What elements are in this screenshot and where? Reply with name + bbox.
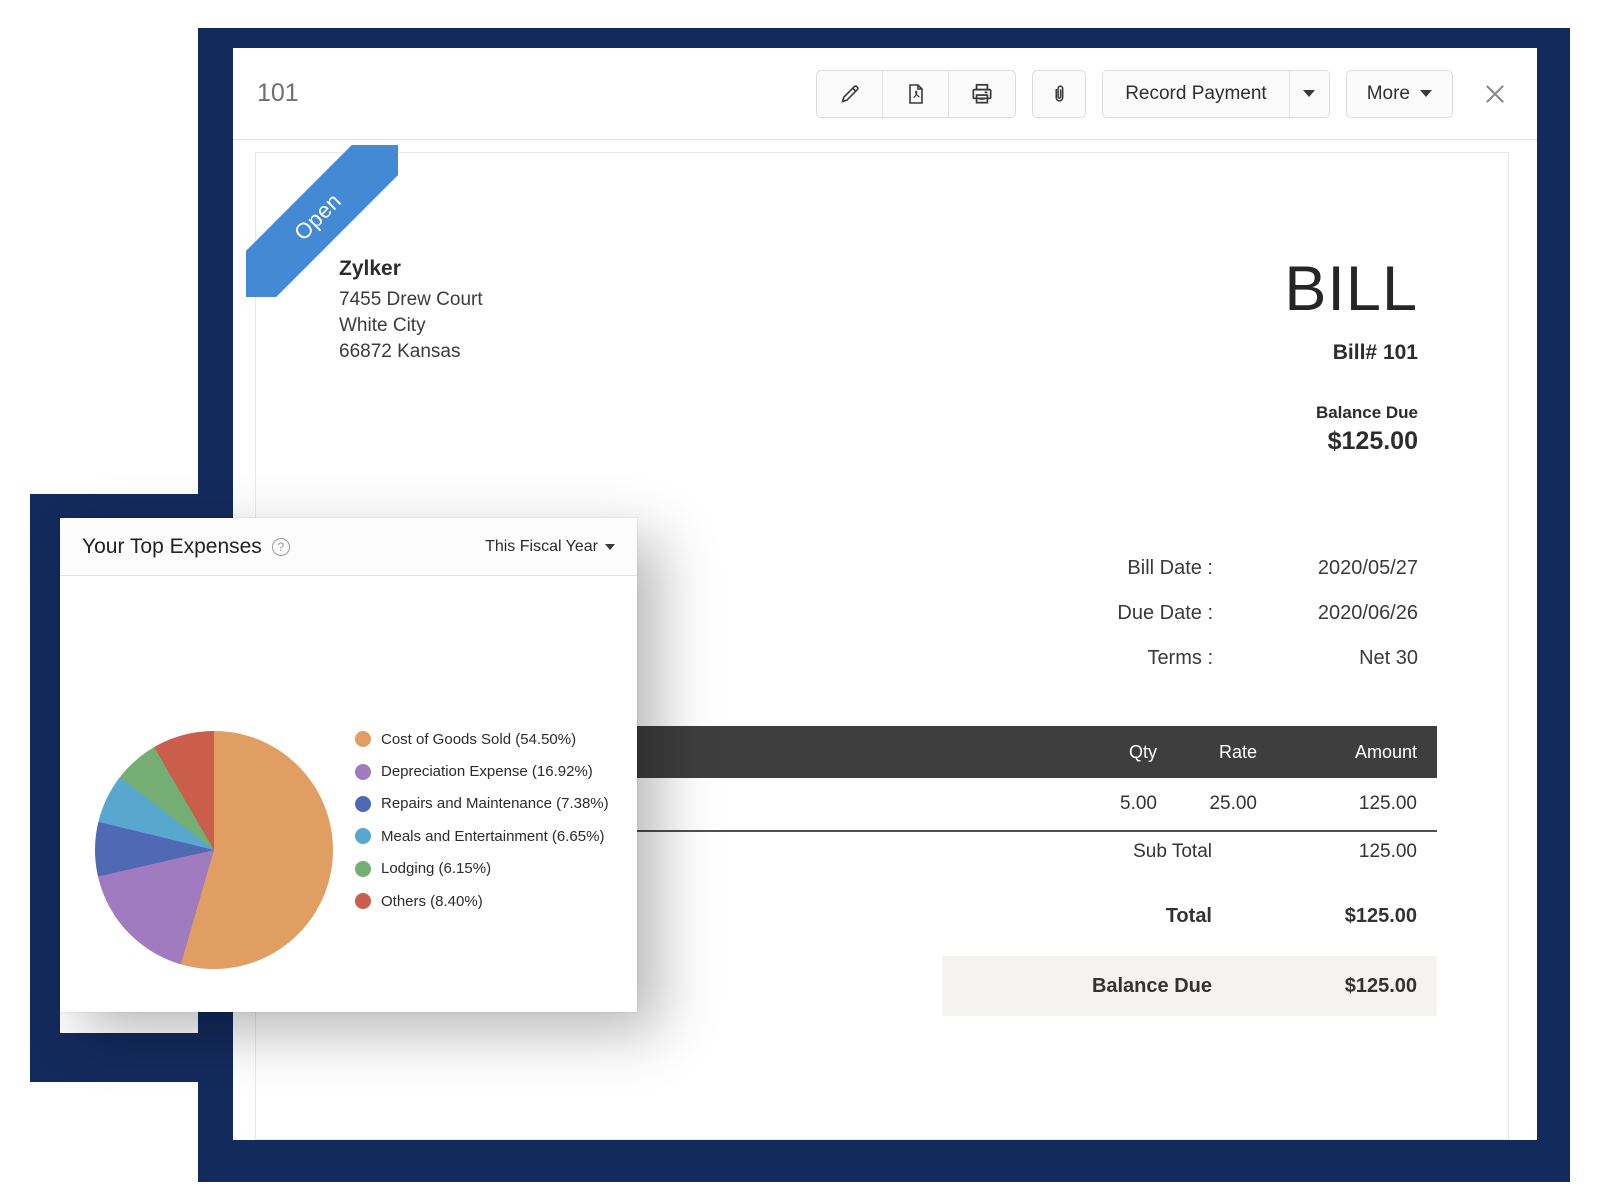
bill-date-label: Bill Date :	[898, 557, 1213, 580]
qty-header: Qty	[1057, 742, 1157, 763]
legend-label: Lodging (6.15%)	[381, 860, 491, 877]
legend-label: Cost of Goods Sold (54.50%)	[381, 731, 576, 748]
document-action-group	[816, 70, 1016, 118]
balance-due-label: Balance Due	[1316, 403, 1418, 423]
decorative-frame-segment	[30, 1033, 233, 1082]
more-label: More	[1367, 83, 1410, 105]
legend-dot	[355, 731, 371, 747]
period-label: This Fiscal Year	[485, 538, 598, 556]
legend-label: Others (8.40%)	[381, 893, 483, 910]
amount-cell: 125.00	[1257, 793, 1417, 815]
period-dropdown[interactable]: This Fiscal Year	[485, 538, 615, 556]
terms-value: Net 30	[1213, 647, 1418, 670]
bill-number: Bill# 101	[1333, 341, 1418, 365]
vendor-address-line: White City	[339, 313, 483, 339]
legend-item: Cost of Goods Sold (54.50%)	[355, 723, 609, 755]
record-payment-label: Record Payment	[1125, 83, 1267, 105]
close-icon	[1481, 80, 1509, 108]
top-expenses-header: Your Top Expenses ? This Fiscal Year	[60, 518, 637, 576]
legend-item: Repairs and Maintenance (7.38%)	[355, 788, 609, 820]
legend-dot	[355, 861, 371, 877]
total-row: Total $125.00	[942, 888, 1437, 944]
legend-dot	[355, 828, 371, 844]
due-date-label: Due Date :	[898, 602, 1213, 625]
chevron-down-icon	[1420, 90, 1432, 97]
qty-cell: 5.00	[1057, 793, 1157, 815]
screenshot-stage: 101	[0, 0, 1600, 1200]
rate-cell: 25.00	[1157, 793, 1257, 815]
subtotal-label: Sub Total	[942, 841, 1257, 863]
balance-row-label: Balance Due	[942, 975, 1257, 998]
subtotal-row: Sub Total 125.00	[942, 830, 1437, 874]
printer-icon	[969, 81, 995, 107]
meta-row: Bill Date : 2020/05/27	[898, 546, 1418, 591]
legend-item: Lodging (6.15%)	[355, 853, 609, 885]
top-expenses-body: Cost of Goods Sold (54.50%) Depreciation…	[60, 576, 637, 1011]
total-label: Total	[942, 905, 1257, 928]
total-value: $125.00	[1257, 905, 1417, 928]
due-date-value: 2020/06/26	[1213, 602, 1418, 625]
pencil-icon	[838, 82, 862, 106]
balance-due-row: Balance Due $125.00	[942, 956, 1437, 1016]
expenses-legend: Cost of Goods Sold (54.50%) Depreciation…	[355, 723, 609, 917]
totals-section: Sub Total 125.00 Total $125.00 Balance D…	[942, 830, 1437, 1016]
record-payment-button[interactable]: Record Payment	[1103, 71, 1289, 117]
legend-label: Depreciation Expense (16.92%)	[381, 763, 593, 780]
bill-title: BILL	[1284, 253, 1418, 325]
print-button[interactable]	[949, 71, 1015, 117]
edit-button[interactable]	[817, 71, 883, 117]
chevron-down-icon	[605, 544, 615, 550]
subtotal-value: 125.00	[1257, 841, 1417, 863]
chevron-down-icon	[1303, 90, 1315, 97]
legend-label: Meals and Entertainment (6.65%)	[381, 828, 604, 845]
balance-row-value: $125.00	[1257, 975, 1417, 998]
legend-dot	[355, 893, 371, 909]
help-icon[interactable]: ?	[272, 538, 290, 556]
expenses-pie-chart	[95, 731, 333, 969]
toolbar-actions: Record Payment More	[816, 70, 1513, 118]
legend-dot	[355, 796, 371, 812]
bill-meta: Bill Date : 2020/05/27 Due Date : 2020/0…	[898, 546, 1418, 681]
balance-due-amount: $125.00	[1328, 427, 1418, 456]
vendor-address-line: 7455 Drew Court	[339, 287, 483, 313]
legend-item: Meals and Entertainment (6.65%)	[355, 820, 609, 852]
vendor-block: Zylker 7455 Drew Court White City 66872 …	[339, 256, 483, 365]
terms-label: Terms :	[898, 647, 1213, 670]
vendor-address-line: 66872 Kansas	[339, 339, 483, 365]
amount-header: Amount	[1257, 742, 1417, 763]
top-expenses-title: Your Top Expenses	[82, 535, 262, 559]
close-button[interactable]	[1477, 76, 1513, 112]
paperclip-icon	[1048, 83, 1070, 105]
rate-header: Rate	[1157, 742, 1257, 763]
pdf-button[interactable]	[883, 71, 949, 117]
legend-dot	[355, 764, 371, 780]
toolbar: 101	[233, 48, 1537, 140]
pdf-file-icon	[904, 82, 928, 106]
legend-item: Depreciation Expense (16.92%)	[355, 755, 609, 787]
record-payment-split-button: Record Payment	[1102, 70, 1330, 118]
legend-item: Others (8.40%)	[355, 885, 609, 917]
vendor-name: Zylker	[339, 256, 483, 282]
legend-label: Repairs and Maintenance (7.38%)	[381, 795, 609, 812]
more-button[interactable]: More	[1346, 70, 1453, 118]
bill-date-value: 2020/05/27	[1213, 557, 1418, 580]
top-expenses-title-wrap: Your Top Expenses ?	[82, 535, 290, 559]
attachments-button[interactable]	[1032, 70, 1086, 118]
meta-row: Terms : Net 30	[898, 636, 1418, 681]
decorative-frame-segment	[30, 494, 60, 1082]
top-expenses-card: Your Top Expenses ? This Fiscal Year Cos…	[60, 518, 637, 1012]
meta-row: Due Date : 2020/06/26	[898, 591, 1418, 636]
document-number: 101	[257, 79, 299, 108]
decorative-frame-segment	[30, 494, 233, 520]
record-payment-dropdown[interactable]	[1289, 71, 1329, 117]
